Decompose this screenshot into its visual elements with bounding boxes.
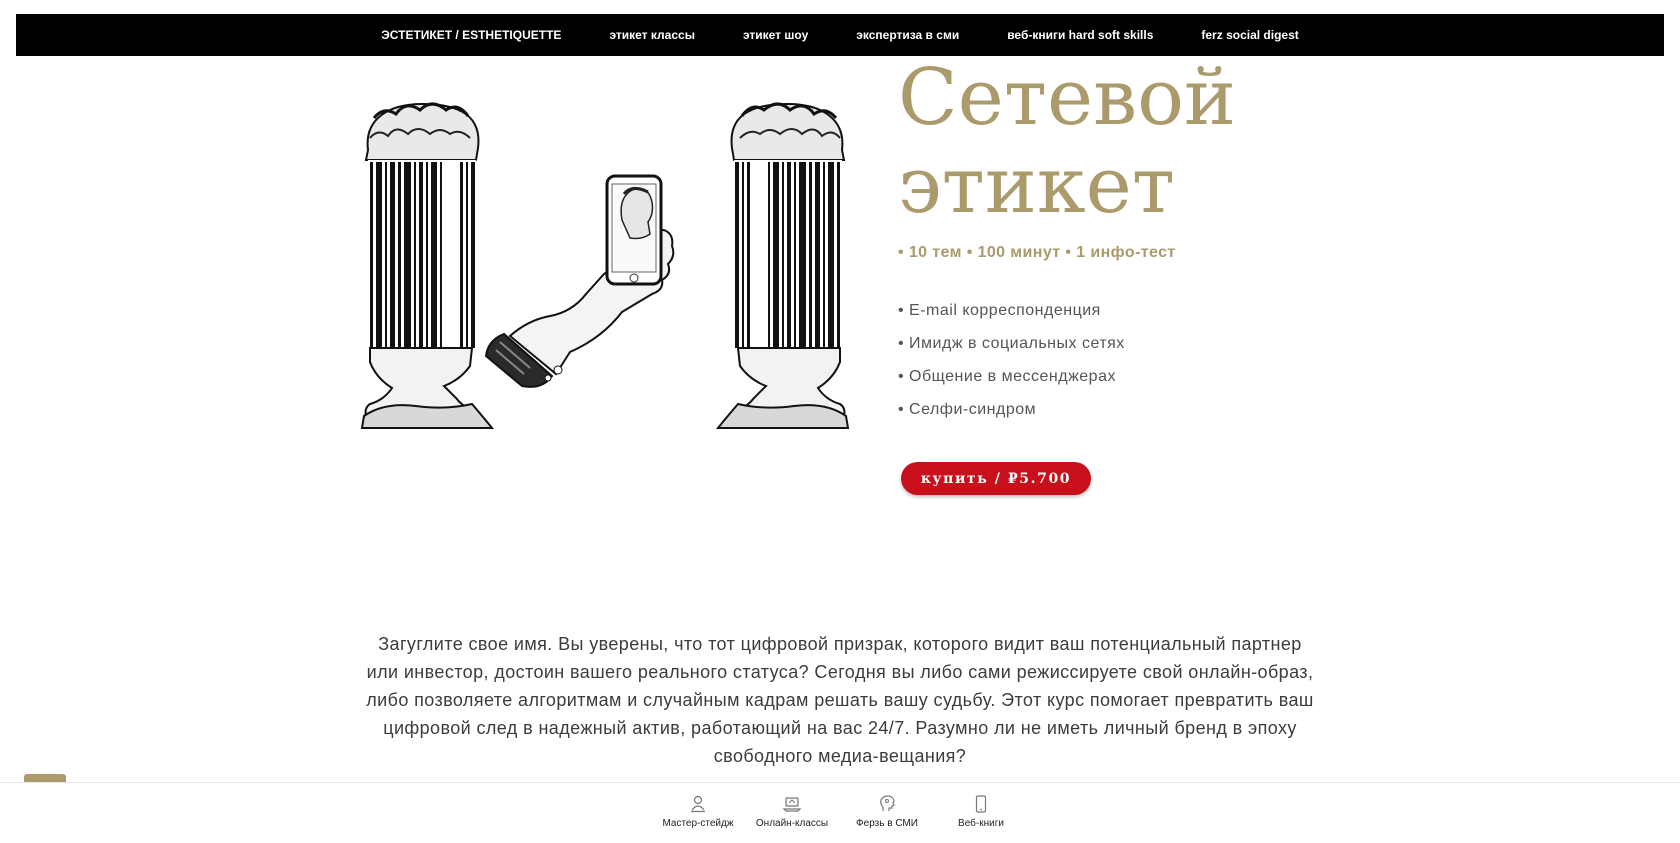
hand-phone-image xyxy=(484,174,675,388)
nav-item-esthetiquette[interactable]: ЭСТЕТИКЕТ / ESTHETIQUETTE xyxy=(381,28,561,42)
bottom-nav-web-books[interactable]: Веб-книги xyxy=(936,795,1026,829)
nav-item-etiquette-show[interactable]: этикет шоу xyxy=(743,28,808,42)
bottom-navigation: Мастер-стейдж Онлайн-классы Ферзь в СМИ … xyxy=(0,782,1680,843)
nav-item-web-books[interactable]: веб-книги hard soft skills xyxy=(1007,28,1153,42)
page-title: Сетевой этикет xyxy=(898,54,1236,230)
hero-illustration-art xyxy=(360,102,850,429)
bottom-nav-master-stage[interactable]: Мастер-стейдж xyxy=(653,795,743,829)
topic-item: • Общение в мессенджерах xyxy=(898,368,1116,385)
bottom-nav-label: Мастер-стейдж xyxy=(662,818,734,829)
nav-item-ferz-digest[interactable]: ferz social digest xyxy=(1201,28,1298,42)
buy-button[interactable]: купить / ₽5.700 xyxy=(901,462,1091,495)
right-bust-image xyxy=(715,102,850,429)
topic-item: • Селфи-синдром xyxy=(898,401,1037,418)
bottom-nav-online-classes[interactable]: Онлайн-классы xyxy=(747,795,837,829)
head-icon xyxy=(880,795,895,811)
hero-illustration xyxy=(360,98,850,434)
phone-icon xyxy=(975,795,987,813)
left-bust-image xyxy=(360,102,495,429)
page-title-line2: этикет xyxy=(898,141,1175,231)
topic-list: • E-mail корреспонденция • Имидж в социа… xyxy=(898,300,1125,432)
bottom-nav-label: Веб-книги xyxy=(958,818,1004,829)
topic-item: • E-mail корреспонденция xyxy=(898,302,1101,319)
bottom-nav-ferz-media[interactable]: Ферзь в СМИ xyxy=(842,795,932,829)
laptop-icon xyxy=(783,797,801,812)
course-meta: • 10 тем • 100 минут • 1 инфо-тест xyxy=(898,244,1176,261)
page-title-line1: Сетевой xyxy=(898,53,1237,143)
bottom-nav-label: Ферзь в СМИ xyxy=(856,818,918,829)
intro-paragraph: Загуглите свое имя. Вы уверены, что тот … xyxy=(366,634,1314,766)
bottom-nav-label: Онлайн-классы xyxy=(755,818,829,829)
top-navigation: ЭСТЕТИКЕТ / ESTHETIQUETTE этикет классы … xyxy=(16,14,1664,56)
person-stage-icon xyxy=(691,795,705,813)
topic-item: • Имидж в социальных сетях xyxy=(898,335,1125,352)
nav-item-etiquette-classes[interactable]: этикет классы xyxy=(609,28,695,42)
nav-item-media-expertise[interactable]: экспертиза в сми xyxy=(856,28,959,42)
